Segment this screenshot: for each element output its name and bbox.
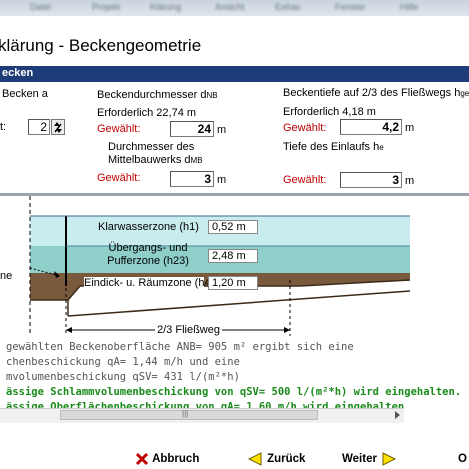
becken-count-input[interactable]: 2 — [28, 119, 50, 135]
tiefe-label-text: Beckentiefe auf 2/3 des Fließwegs h — [283, 87, 461, 99]
durchmesser-input[interactable]: 24 — [170, 121, 214, 137]
section-title: ecken — [2, 67, 34, 79]
abbruch-button[interactable]: Abbruch — [135, 452, 199, 466]
becken-label: Becken a — [2, 88, 48, 100]
blurred-menubar: Datei Projekt Klärung Ansicht Extras Fen… — [0, 0, 469, 16]
einlauf-input[interactable]: 3 — [340, 172, 402, 188]
zurueck-button[interactable]: Zurück — [247, 452, 306, 466]
count-label: t: — [0, 121, 7, 133]
blurred-tab: Hilfe — [400, 2, 419, 12]
scrollbar-grip: ||| — [182, 409, 189, 418]
blurred-tab: Extras — [275, 2, 301, 12]
arrow-left-icon — [247, 452, 262, 466]
chevron-right-icon — [395, 411, 400, 419]
mittel-label-2: Mittelbauwerks dMB — [108, 154, 203, 166]
blurred-tab: Klärung — [150, 2, 182, 12]
mittel-subscript: MB — [190, 156, 203, 165]
zone2-label-1: Übergangs- und — [108, 242, 188, 254]
durchmesser-label-text: Beckendurchmesser d — [97, 89, 207, 101]
zone3-label: Eindick- u. Räumzone (h4) — [84, 277, 215, 289]
result-message-2: chenbeschickung qA= 1,44 m/h und eine — [6, 356, 240, 368]
result-message-ok-1: ässige Schlammvolumenbeschickung von qSV… — [6, 386, 462, 398]
weiter-label: Weiter — [342, 452, 377, 465]
section-header-bar — [0, 66, 469, 82]
zone1-label: Klarwasserzone (h1) — [98, 221, 202, 233]
basin-cross-section-diagram — [29, 196, 411, 336]
zone1-value: 0,52 m — [208, 220, 258, 234]
weiter-button[interactable]: Weiter — [342, 452, 397, 466]
mittel-label-2-text: Mittelbauwerks d — [108, 154, 191, 166]
mittel-label-1: Durchmesser des — [108, 141, 195, 153]
dimension-arrow-left-icon — [66, 327, 72, 333]
tiefe-input[interactable]: 4,2 — [340, 119, 402, 135]
durchmesser-label: Beckendurchmesser dNB — [97, 89, 218, 101]
einlauf-subscript: e — [379, 143, 384, 152]
scroll-right-button[interactable] — [392, 410, 402, 420]
dimension-arrow-right-icon — [284, 327, 290, 333]
blurred-tab: Ansicht — [215, 2, 245, 12]
einlauf-label: Tiefe des Einlaufs he — [283, 141, 384, 153]
tiefe-subscript: ges — [460, 89, 469, 98]
zurueck-label: Zurück — [267, 452, 306, 465]
spinner-arrows-icon — [54, 122, 62, 133]
einlauf-gewaehlt-label: Gewählt: — [283, 174, 327, 186]
arrow-right-icon — [382, 452, 397, 466]
result-message-1: gewählten Beckenoberfläche ANB= 905 m² e… — [6, 341, 354, 353]
einlauf-unit: m — [405, 175, 415, 187]
zone2-value: 2,48 m — [208, 249, 258, 263]
blurred-tab: Datei — [30, 2, 52, 12]
tank-floor-slope — [67, 290, 411, 317]
tiefe-unit: m — [405, 122, 415, 134]
page-title: klärung - Beckengeometrie — [0, 36, 202, 55]
durchmesser-gewaehlt-label: Gewählt: — [97, 123, 141, 135]
einlauf-label-text: Tiefe des Einlaufs h — [283, 141, 380, 153]
red-x-icon — [135, 452, 149, 466]
durchmesser-unit: m — [217, 124, 227, 136]
zone2-label-2: Pufferzone (h23) — [107, 255, 189, 267]
blurred-tab: Projekt — [92, 2, 121, 12]
durchmesser-required: Erforderlich 22,74 m — [97, 107, 197, 119]
mittel-gewaehlt-label: Gewählt: — [97, 172, 141, 184]
scrollbar-thumb[interactable] — [60, 410, 318, 420]
tiefe-label: Beckentiefe auf 2/3 des Fließwegs hges — [283, 87, 469, 99]
zone3-value: 1,20 m — [208, 276, 258, 290]
durchmesser-subscript: NB — [206, 91, 218, 100]
diagram-left-label: ne — [0, 270, 13, 282]
becken-count-spinner[interactable] — [51, 119, 65, 135]
ok-button[interactable]: O — [458, 453, 467, 465]
tiefe-gewaehlt-label: Gewählt: — [283, 122, 327, 134]
result-message-3: mvolumenbeschickung qSV= 431 l/(m²*h) — [6, 371, 240, 383]
blurred-tab: Fenster — [335, 2, 366, 12]
abbruch-label: Abbruch — [152, 452, 200, 465]
mittel-unit: m — [217, 174, 227, 186]
mittel-input[interactable]: 3 — [170, 171, 214, 187]
tiefe-required: Erforderlich 4,18 m — [283, 106, 376, 118]
fliessweg-label: 2/3 Fließweg — [155, 324, 222, 336]
